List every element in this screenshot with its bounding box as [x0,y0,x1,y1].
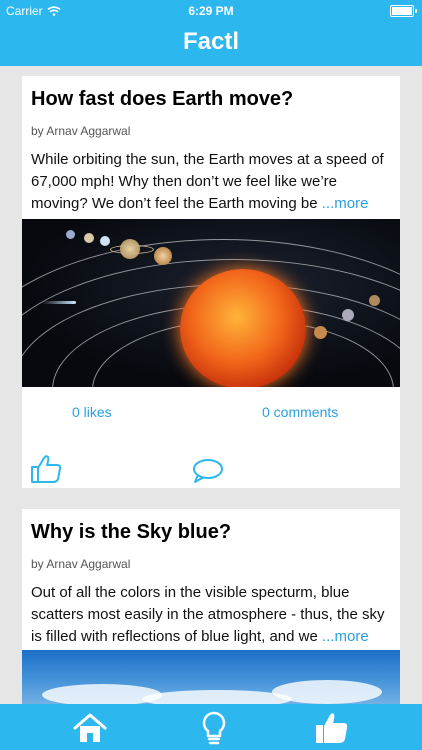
battery-icon [390,5,417,17]
comment-icon[interactable] [192,458,224,484]
planet-shape [66,230,75,239]
thumbs-up-icon[interactable] [313,710,349,746]
solar-system-image[interactable] [22,219,400,387]
post-author: by Arnav Aggarwal [31,124,131,138]
read-more-link[interactable]: ...more [322,628,369,645]
post-feed[interactable]: How fast does Earth move? by Arnav Aggar… [0,66,422,706]
post-title: How fast does Earth move? [31,88,294,110]
planet-shape [84,233,94,243]
home-icon[interactable] [72,710,108,746]
status-bar: Carrier 6:29 PM [0,0,422,22]
cloud-shape [272,680,382,704]
post-title: Why is the Sky blue? [31,521,232,543]
post-author: by Arnav Aggarwal [31,557,131,571]
planet-shape [369,295,380,306]
planet-ring [110,245,154,254]
post-body: Out of all the colors in the visible spe… [31,582,395,648]
read-more-link[interactable]: ...more [322,195,369,212]
post-card[interactable]: How fast does Earth move? by Arnav Aggar… [22,76,400,488]
planet-shape [314,326,327,339]
post-body: While orbiting the sun, the Earth moves … [31,149,395,215]
app-title: Factl [182,28,239,55]
lightbulb-icon[interactable] [196,710,232,746]
tab-bar [0,704,422,750]
sun-shape [180,269,306,387]
clock: 6:29 PM [188,4,234,18]
post-stats: 0 likes 0 comments [22,404,400,424]
post-actions [22,454,400,484]
navigation-bar: Factl [0,22,422,66]
thumbs-up-icon[interactable] [30,454,62,484]
cloud-shape [42,684,162,706]
likes-count[interactable]: 0 likes [72,404,112,420]
planet-shape [154,247,172,265]
planet-shape [342,309,354,321]
comet-shape [42,301,76,304]
planet-shape [100,236,110,246]
comments-count[interactable]: 0 comments [262,404,338,420]
blue-sky-image[interactable] [22,650,400,706]
